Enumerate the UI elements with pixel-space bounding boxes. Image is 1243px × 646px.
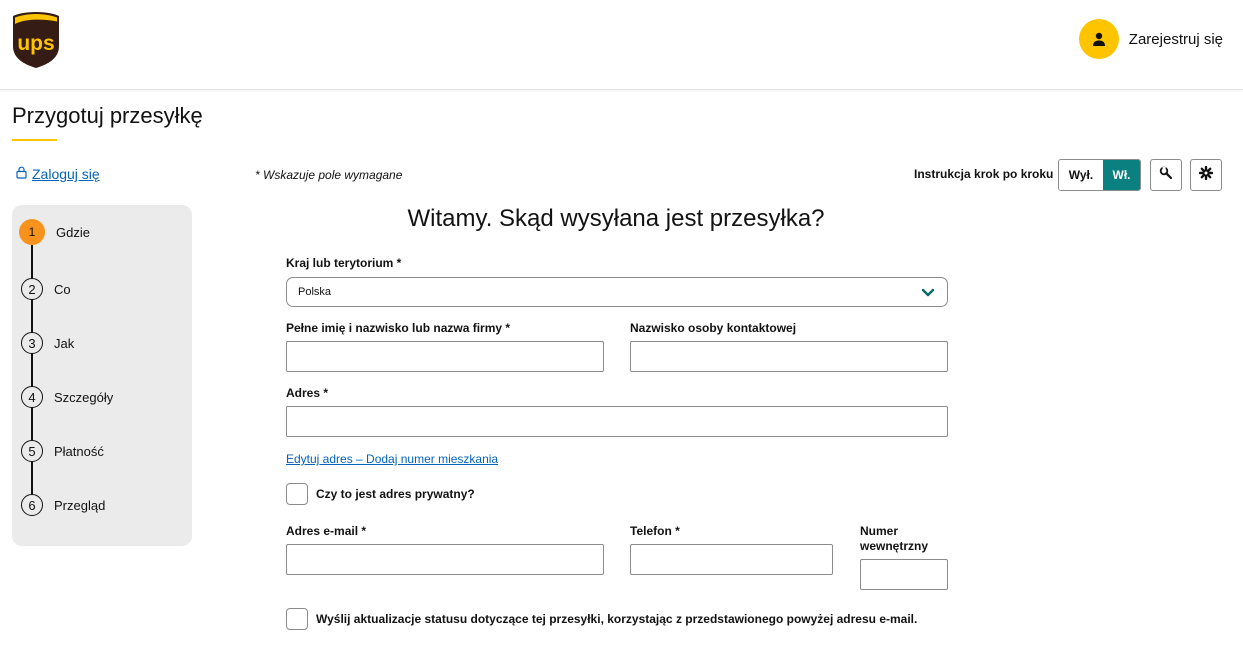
address-label: Adres * [286,386,329,400]
step-platnosc[interactable]: 5 Płatność [21,440,104,462]
step-szczegoly[interactable]: 4 Szczegóły [21,386,113,408]
svg-text:ups: ups [17,32,54,55]
step-label: Co [54,281,71,297]
phone-input[interactable] [630,544,833,575]
required-field-note: * Wskazuje pole wymagane [255,168,403,182]
step-number: 1 [19,219,45,245]
extension-label: Numer wewnętrzny [860,524,928,554]
step-number: 3 [21,332,43,354]
ups-logo[interactable]: ups [11,10,61,70]
step-guide-label: Instrukcja krok po kroku [914,167,1054,181]
user-icon [1078,19,1119,59]
step-label: Jak [54,335,75,351]
step-number: 5 [21,440,43,462]
step-label: Przegląd [54,497,106,513]
private-address-label: Czy to jest adres prywatny? [316,487,475,501]
step-number: 6 [21,494,43,516]
country-value: Polska [298,286,332,298]
step-label: Szczegóły [54,389,114,405]
login-link[interactable]: Zaloguj się [16,166,100,182]
address-input[interactable] [286,406,948,437]
extension-label-line2: wewnętrzny [860,539,929,553]
guide-on-button[interactable]: Wł. [1103,160,1140,190]
country-select[interactable]: Polska [286,277,948,307]
site-header: ups Zarejestruj się [0,0,1243,90]
email-label: Adres e-mail * [286,524,367,538]
login-label: Zaloguj się [32,166,100,182]
wrench-icon [1159,166,1173,185]
extension-label-line1: Numer [860,524,899,538]
page-title: Przygotuj przesyłkę [12,103,203,128]
contact-label: Nazwisko osoby kontaktowej [630,321,797,335]
lock-icon [16,166,27,182]
edit-address-link[interactable]: Edytuj adres – Dodaj numer mieszkania [286,452,498,466]
notify-label: Wyślij aktualizacje statusu dotyczące te… [316,612,918,626]
step-label: Płatność [54,443,104,459]
step-number: 4 [21,386,43,408]
guide-off-button[interactable]: Wył. [1059,160,1103,190]
notify-checkbox[interactable] [286,608,308,630]
step-number: 2 [21,278,43,300]
country-label: Kraj lub terytorium * [286,256,402,270]
contact-input[interactable] [630,341,948,372]
title-underline [12,139,57,141]
step-gdzie[interactable]: 1 Gdzie [19,219,90,245]
name-label: Pełne imię i nazwisko lub nazwa firmy * [286,321,511,335]
step-guide-toggle[interactable]: Wył. Wł. [1058,159,1141,191]
private-address-checkbox[interactable] [286,483,308,505]
step-co[interactable]: 2 Co [21,278,71,300]
step-jak[interactable]: 3 Jak [21,332,74,354]
gear-icon [1198,165,1214,185]
chevron-down-icon [921,286,935,304]
step-label: Gdzie [56,224,90,240]
form-heading: Witamy. Skąd wysyłana jest przesyłka? [407,205,825,232]
private-address-option[interactable]: Czy to jest adres prywatny? [286,483,475,505]
email-input[interactable] [286,544,604,575]
register-button[interactable]: Zarejestruj się [1078,19,1223,59]
phone-label: Telefon * [630,524,680,538]
name-input[interactable] [286,341,604,372]
register-label: Zarejestruj się [1128,30,1223,48]
extension-input[interactable] [860,559,948,590]
progress-stepper: 1 Gdzie 2 Co 3 Jak 4 Szczegóły 5 Płatnoś… [12,205,192,546]
notify-option[interactable]: Wyślij aktualizacje statusu dotyczące te… [286,608,917,630]
tools-button[interactable] [1150,159,1182,191]
settings-button[interactable] [1190,159,1222,191]
step-przeglad[interactable]: 6 Przegląd [21,494,105,516]
